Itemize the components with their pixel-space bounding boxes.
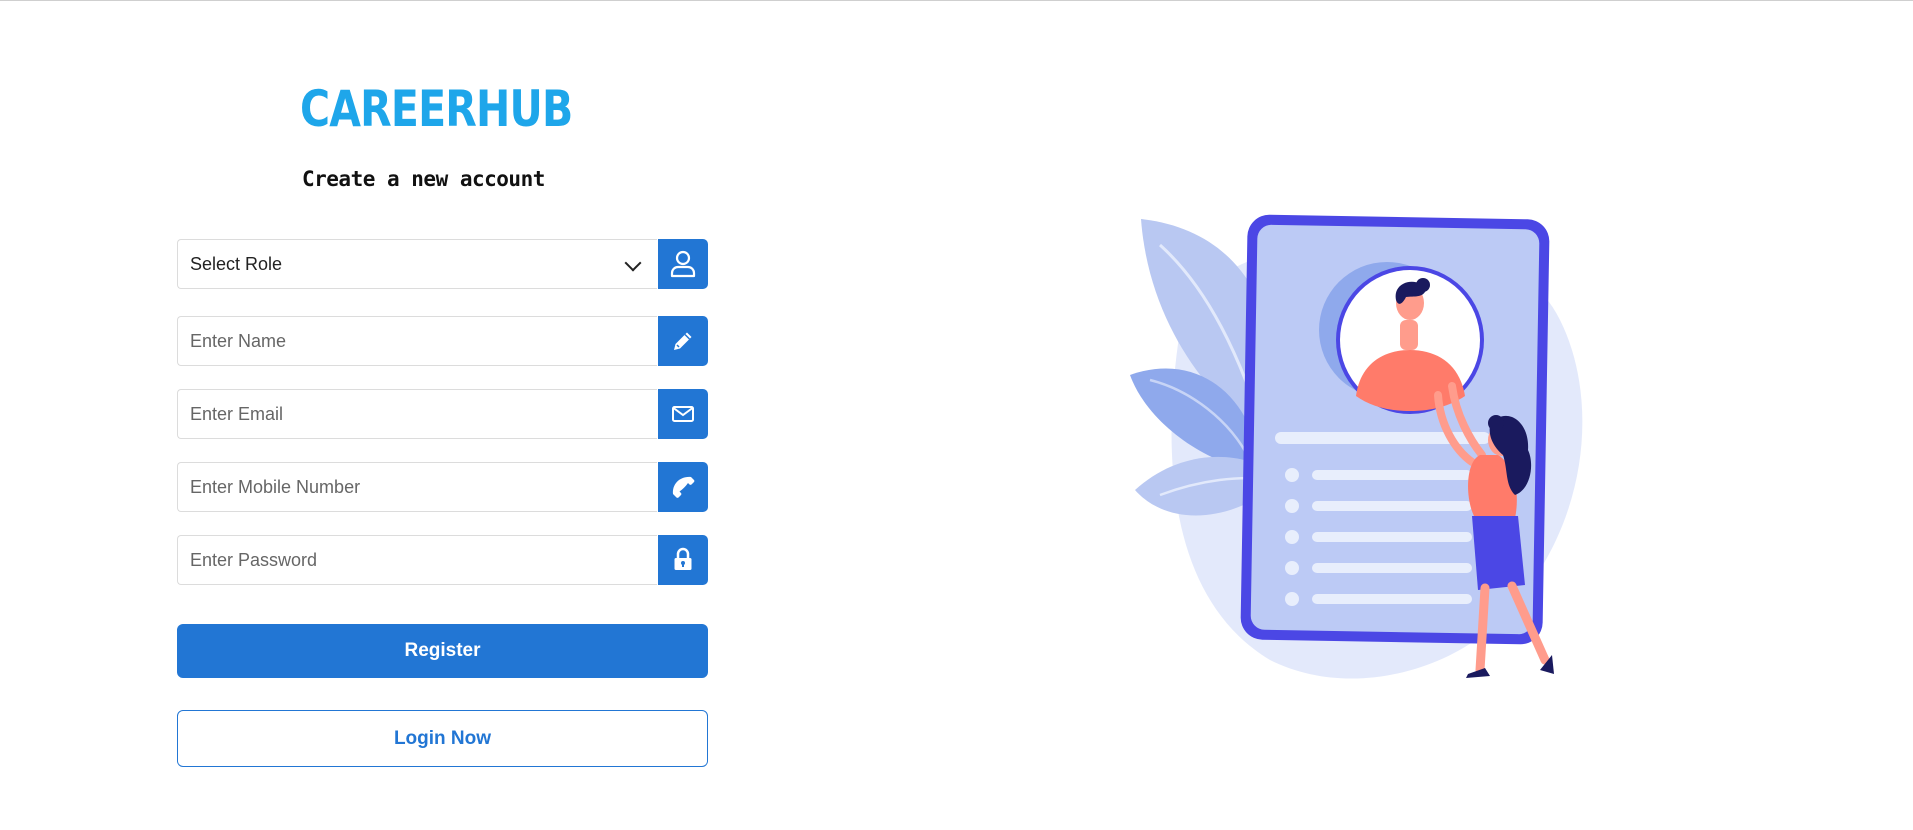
password-placeholder: Enter Password	[190, 549, 318, 570]
role-select-value: Select Role	[190, 253, 283, 274]
password-input[interactable]: Enter Password	[177, 535, 657, 585]
role-select-group: Select Role	[177, 239, 708, 289]
mobile-group: Enter Mobile Number	[177, 462, 708, 512]
email-group: Enter Email	[177, 389, 708, 439]
chevron-down-icon	[624, 254, 642, 272]
name-group: Enter Name	[177, 316, 708, 366]
email-input[interactable]: Enter Email	[177, 389, 657, 439]
password-group: Enter Password	[177, 535, 708, 585]
lock-icon	[658, 535, 708, 585]
envelope-icon	[658, 389, 708, 439]
top-divider	[0, 0, 1913, 1]
brand-logo: CAREERHUB	[300, 80, 573, 138]
mobile-input[interactable]: Enter Mobile Number	[177, 462, 657, 512]
page-subtitle: Create a new account	[302, 167, 545, 191]
login-now-button[interactable]: Login Now	[177, 710, 708, 767]
mobile-placeholder: Enter Mobile Number	[190, 476, 361, 497]
email-placeholder: Enter Email	[190, 403, 284, 424]
role-select[interactable]: Select Role	[177, 239, 657, 289]
user-icon	[658, 239, 708, 289]
register-button[interactable]: Register	[177, 624, 708, 678]
name-input[interactable]: Enter Name	[177, 316, 657, 366]
phone-icon	[658, 462, 708, 512]
profile-card-illustration	[1130, 214, 1583, 679]
pencil-icon	[658, 316, 708, 366]
name-placeholder: Enter Name	[190, 330, 287, 351]
